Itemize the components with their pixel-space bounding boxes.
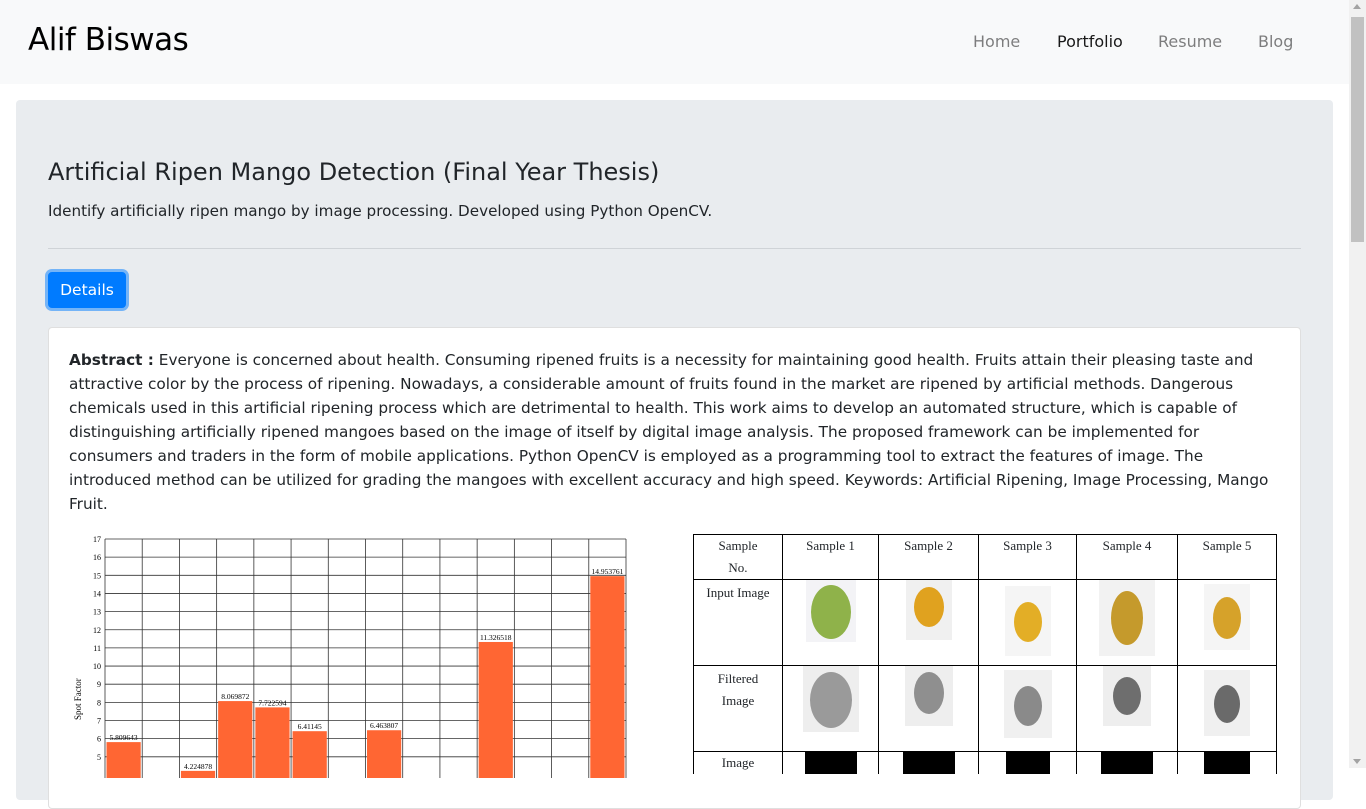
mango-filtered-image-3 (1003, 670, 1052, 738)
row-label-last: Image (693, 751, 783, 774)
image-cell (782, 751, 879, 774)
filtered-image-cell (782, 665, 879, 752)
scroll-up-arrow-icon[interactable] (1353, 4, 1361, 9)
bar-value-label: 7.722594 (258, 698, 286, 707)
mango-filtered-image-2 (904, 666, 953, 726)
filtered-image-cell (878, 665, 979, 752)
abstract-paragraph: Abstract : Everyone is concerned about h… (69, 348, 1281, 516)
chart-grid (104, 538, 627, 778)
bar-value-label: 4.224878 (184, 762, 212, 771)
y-tick-label: 12 (93, 626, 101, 635)
y-tick-label: 15 (93, 571, 101, 580)
header-sample-2: Sample 2 (878, 534, 979, 580)
header-sample-3: Sample 3 (978, 534, 1077, 580)
table-row: Filtered Image (693, 665, 1277, 752)
bar-value-label: 5.809643 (110, 733, 138, 742)
table-row: Input Image (693, 579, 1277, 666)
header-sample-1: Sample 1 (782, 534, 879, 580)
nav-portfolio[interactable]: Portfolio (1057, 32, 1123, 51)
nav-blog[interactable]: Blog (1258, 32, 1293, 51)
chart-y-ticks: 5 6 7 8 9 10 11 12 13 14 15 16 17 (93, 535, 101, 762)
input-image-cell (1076, 579, 1178, 666)
page-scrollbar[interactable] (1349, 0, 1366, 768)
navbar: Alif Biswas Home Portfolio Resume Blog (0, 0, 1349, 84)
y-tick-label: 14 (93, 589, 101, 598)
image-cell (878, 751, 979, 774)
bar-value-label: 14.953761 (591, 567, 623, 576)
header-sample-no: Sample No. (693, 534, 783, 580)
mango-input-image-3 (1004, 586, 1051, 656)
filtered-image-cell (978, 665, 1077, 752)
row-label-input: Input Image (693, 579, 783, 666)
mango-binary-image-1 (804, 752, 857, 774)
bar-value-label: 6.41145 (298, 722, 322, 731)
chart-svg: 5 6 7 8 9 10 11 12 13 14 15 16 17 5.809643 4.224878 8.… (73, 535, 627, 778)
details-button[interactable]: Details (48, 272, 126, 308)
input-image-cell (782, 579, 879, 666)
filtered-image-cell (1177, 665, 1277, 752)
bar-value-label: 11.326518 (480, 633, 512, 642)
mango-input-image-5 (1204, 584, 1250, 650)
table-row: Sample No. Sample 1 Sample 2 Sample 3 Sam… (693, 534, 1277, 580)
project-subtitle: Identify artificially ripen mango by ima… (48, 202, 713, 220)
nav-resume[interactable]: Resume (1158, 32, 1222, 51)
divider (48, 248, 1301, 249)
row-label-filtered: Filtered Image (693, 665, 783, 752)
nav-home[interactable]: Home (973, 32, 1020, 51)
chart-bar (218, 701, 253, 778)
mango-input-image-1 (805, 580, 856, 642)
image-cell (978, 751, 1077, 774)
chart-bar (590, 576, 625, 778)
chart-y-axis-label: Spot Factor (73, 678, 83, 720)
chart-bar (180, 770, 216, 778)
filtered-image-cell (1076, 665, 1178, 752)
nav-links: Home Portfolio Resume Blog (0, 32, 1349, 52)
input-image-cell (1177, 579, 1277, 666)
y-tick-label: 13 (93, 608, 101, 617)
chart-bar (478, 641, 513, 778)
input-image-cell (978, 579, 1077, 666)
mango-binary-image-4 (1101, 752, 1153, 774)
spot-factor-chart: 5 6 7 8 9 10 11 12 13 14 15 16 17 5.809643 4.224878 8.… (69, 528, 659, 778)
abstract-text: Everyone is concerned about health. Cons… (69, 351, 1269, 513)
table-row: Image (693, 751, 1277, 774)
bar-value-label: 6.463807 (370, 721, 398, 730)
samples-figure: Sample No. Sample 1 Sample 2 Sample 3 Sam… (693, 534, 1277, 774)
bar-value-label: 8.069872 (221, 692, 249, 701)
mango-binary-image-2 (902, 752, 955, 774)
y-tick-label: 16 (93, 553, 101, 562)
chart-bar (292, 731, 327, 778)
chart-value-labels: 5.809643 4.224878 8.069872 7.722594 6.41145 6… (110, 567, 624, 771)
chart-bar (106, 742, 141, 778)
mango-input-image-4 (1099, 580, 1155, 656)
y-tick-label: 5 (97, 753, 101, 762)
header-sample-4: Sample 4 (1076, 534, 1178, 580)
chart-bar (255, 707, 290, 778)
mango-binary-image-5 (1204, 752, 1250, 774)
samples-table: Sample No. Sample 1 Sample 2 Sample 3 Sam… (693, 534, 1277, 774)
mango-binary-image-3 (1005, 752, 1050, 774)
details-card: Abstract : Everyone is concerned about h… (48, 327, 1301, 809)
input-image-cell (878, 579, 979, 666)
y-tick-label: 17 (93, 535, 101, 544)
mango-input-image-2 (905, 580, 952, 640)
mango-filtered-image-5 (1204, 670, 1250, 736)
y-tick-label: 6 (97, 735, 101, 744)
y-tick-label: 7 (97, 717, 101, 726)
scroll-down-arrow-icon[interactable] (1353, 759, 1361, 764)
project-panel: Artificial Ripen Mango Detection (Final … (16, 100, 1333, 809)
scrollbar-thumb[interactable] (1351, 17, 1364, 242)
y-tick-label: 8 (97, 698, 101, 707)
y-tick-label: 9 (97, 680, 101, 689)
image-cell (1076, 751, 1178, 774)
image-cell (1177, 751, 1277, 774)
header-sample-5: Sample 5 (1177, 534, 1277, 580)
mango-filtered-image-4 (1103, 666, 1151, 726)
chart-bar (367, 730, 402, 778)
y-tick-label: 11 (93, 644, 101, 653)
project-title: Artificial Ripen Mango Detection (Final … (48, 158, 660, 186)
y-tick-label: 10 (93, 662, 101, 671)
mango-filtered-image-1 (802, 666, 859, 732)
abstract-label: Abstract : (69, 351, 154, 369)
